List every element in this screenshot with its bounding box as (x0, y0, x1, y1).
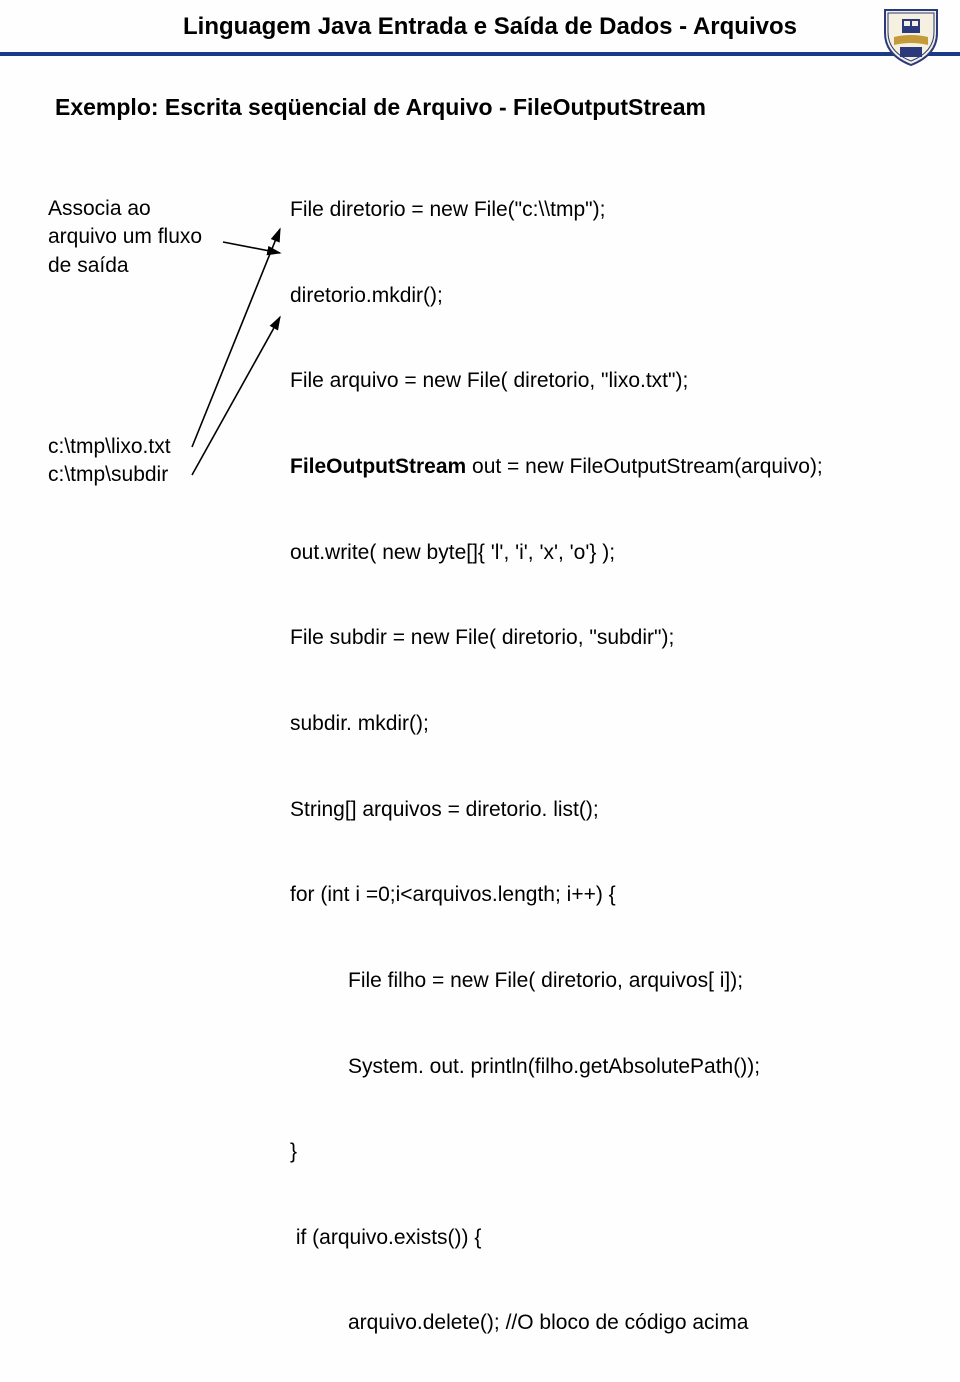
annotation-text: Associa ao arquivo um fluxo de saída (48, 195, 202, 280)
code-line: File arquivo = new File( diretorio, "lix… (290, 367, 960, 396)
path-line: c:\tmp\lixo.txt (48, 433, 171, 461)
code-line: String[] arquivos = diretorio. list(); (290, 796, 960, 825)
code-line: FileOutputStream out = new FileOutputStr… (290, 453, 960, 482)
annotation-line: Associa ao (48, 195, 202, 223)
code-line: } (290, 1138, 960, 1167)
shield-logo-icon (880, 5, 942, 67)
page-title: Linguagem Java Entrada e Saída de Dados … (0, 8, 960, 46)
code-block: File diretorio = new File("c:\\tmp"); di… (290, 139, 960, 1382)
path-line: c:\tmp\subdir (48, 461, 171, 489)
code-line: System. out. println(filho.getAbsolutePa… (290, 1053, 960, 1082)
path-labels: c:\tmp\lixo.txt c:\tmp\subdir (48, 433, 171, 490)
annotation-line: arquivo um fluxo (48, 223, 202, 251)
section-subtitle: Exemplo: Escrita seqüencial de Arquivo -… (55, 94, 960, 121)
header: Linguagem Java Entrada e Saída de Dados … (0, 0, 960, 56)
code-line: out.write( new byte[]{ 'l', 'i', 'x', 'o… (290, 539, 960, 568)
university-logo (880, 5, 942, 67)
code-line: File subdir = new File( diretorio, "subd… (290, 624, 960, 653)
code-line: if (arquivo.exists()) { (290, 1224, 960, 1253)
code-line: subdir. mkdir(); (290, 710, 960, 739)
code-text: out = new FileOutputStream(arquivo); (466, 455, 823, 478)
code-line: arquivo.delete(); //O bloco de código ac… (290, 1309, 960, 1338)
annotation-line: de saída (48, 252, 202, 280)
divider-line (0, 52, 960, 56)
code-line: diretorio.mkdir(); (290, 282, 960, 311)
code-line: for (int i =0;i<arquivos.length; i++) { (290, 881, 960, 910)
content-area: Associa ao arquivo um fluxo de saída c:\… (0, 139, 960, 1382)
code-keyword: FileOutputStream (290, 455, 466, 478)
code-line: File filho = new File( diretorio, arquiv… (290, 967, 960, 996)
code-line: File diretorio = new File("c:\\tmp"); (290, 196, 960, 225)
